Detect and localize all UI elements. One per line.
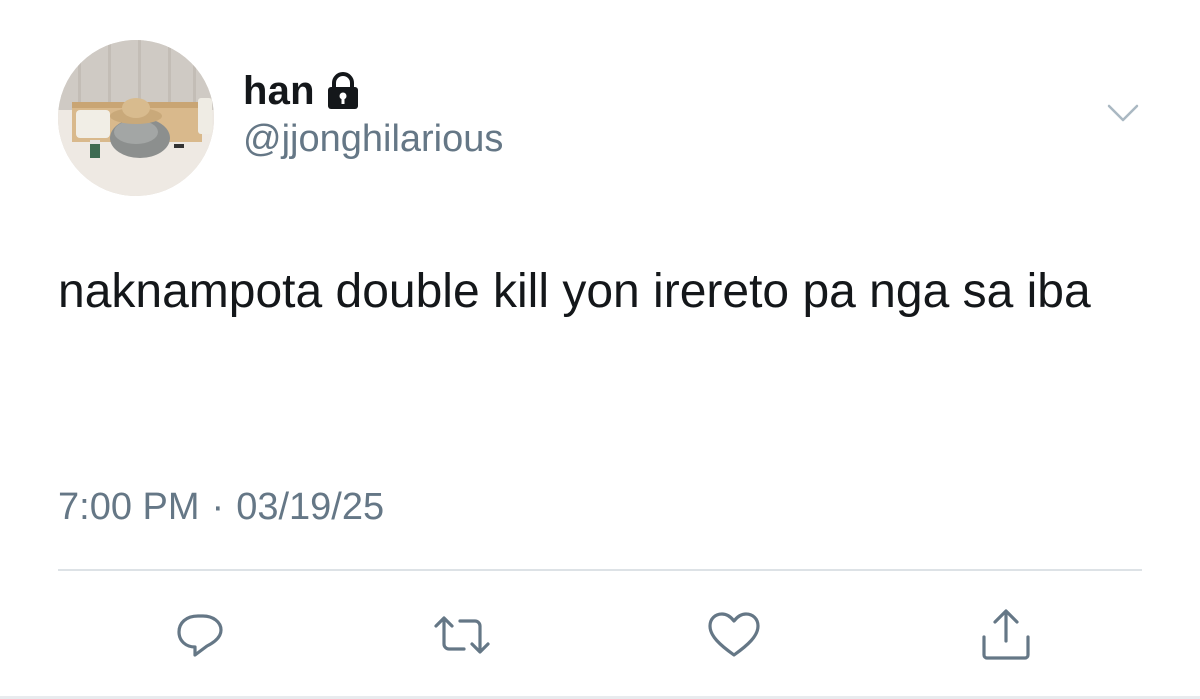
like-button[interactable]: [704, 605, 764, 665]
tweet-time: 7:00 PM: [58, 486, 200, 528]
reply-icon: [177, 614, 223, 657]
timestamp-separator: ·: [211, 486, 225, 528]
lock-icon: [325, 71, 361, 111]
avatar[interactable]: [58, 40, 214, 196]
chevron-down-icon[interactable]: [1103, 98, 1143, 128]
tweet-date: 03/19/25: [236, 486, 385, 528]
avatar-photo-icon: [58, 40, 214, 196]
share-button[interactable]: [976, 605, 1036, 665]
reply-button[interactable]: [170, 605, 230, 665]
heart-icon: [708, 612, 760, 657]
user-handle[interactable]: @jjonghilarious: [243, 118, 503, 161]
tweet-timestamp[interactable]: 7:00 PM · 03/19/25: [58, 486, 384, 529]
tweet-card: han @jjonghilarious naknampota double ki…: [0, 0, 1200, 699]
display-name[interactable]: han: [243, 69, 315, 114]
share-icon: [982, 609, 1030, 660]
tweet-text: naknampota double kill yon irereto pa ng…: [58, 265, 1091, 318]
divider: [58, 569, 1142, 571]
user-name-row: han: [243, 66, 361, 116]
retweet-icon: [434, 616, 490, 654]
retweet-button[interactable]: [432, 605, 492, 665]
